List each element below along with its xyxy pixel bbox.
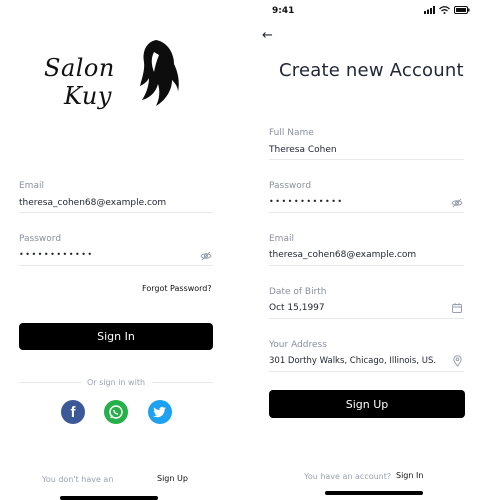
home-indicator [325, 491, 423, 495]
wifi-icon [439, 6, 450, 14]
have-account-text: You have an account? [304, 472, 392, 481]
whatsapp-button[interactable] [104, 400, 128, 424]
full-name-underline [269, 159, 464, 160]
whatsapp-icon [109, 405, 123, 419]
address-field[interactable]: 301 Dorthy Walks, Chicago, Illinois, US. [269, 356, 436, 366]
email-label: Email [269, 234, 294, 244]
email-field[interactable]: theresa_cohen68@example.com [19, 198, 166, 208]
logo-text-line2: Kuy [64, 82, 112, 110]
no-account-text: You don't have an [42, 475, 114, 484]
password-underline [269, 212, 464, 213]
status-icons [424, 6, 470, 14]
full-name-field[interactable]: Theresa Cohen [269, 145, 337, 155]
home-indicator [60, 496, 158, 500]
password-field[interactable]: •••••••••••• [269, 197, 344, 206]
divider-right [152, 382, 213, 383]
dob-field[interactable]: Oct 15,1997 [269, 303, 325, 313]
sign-in-button[interactable]: Sign In [19, 323, 213, 350]
location-pin-icon[interactable] [453, 355, 462, 367]
facebook-button[interactable]: f [61, 400, 85, 424]
calendar-icon[interactable] [452, 303, 462, 313]
email-underline [269, 265, 464, 266]
sign-in-link[interactable]: Sign In [396, 471, 423, 480]
sign-up-link[interactable]: Sign Up [157, 474, 188, 483]
divider-left [19, 382, 81, 383]
signal-icon [424, 6, 435, 14]
back-arrow-icon[interactable]: ← [262, 28, 273, 43]
password-label: Password [19, 234, 62, 244]
page-title: Create new Account [279, 60, 464, 81]
logo-text-line1: Salon [44, 54, 115, 82]
battery-icon [454, 6, 470, 14]
dob-label: Date of Birth [269, 287, 327, 297]
full-name-label: Full Name [269, 128, 314, 138]
address-underline [269, 371, 464, 372]
hair-silhouette-icon [140, 40, 179, 106]
password-label: Password [269, 181, 312, 191]
signup-screen: 9:41 ← Create new Account Full Name Ther… [250, 0, 500, 500]
address-label: Your Address [269, 340, 327, 350]
salon-kuy-logo: Salon Kuy [40, 38, 190, 110]
status-time: 9:41 [272, 6, 295, 16]
facebook-icon: f [70, 403, 76, 421]
twitter-button[interactable] [148, 400, 172, 424]
login-screen: Salon Kuy Email theresa_cohen68@example.… [0, 0, 232, 500]
twitter-icon [153, 406, 166, 418]
password-field[interactable]: •••••••••••• [19, 250, 94, 259]
forgot-password-link[interactable]: Forgot Password? [142, 284, 212, 293]
dob-underline [269, 318, 464, 319]
sign-up-button[interactable]: Sign Up [269, 390, 465, 418]
hide-password-icon[interactable] [451, 198, 463, 208]
email-underline [19, 212, 213, 213]
hide-password-icon[interactable] [200, 251, 212, 261]
or-sign-in-with-text: Or sign in with [87, 378, 146, 387]
email-label: Email [19, 181, 44, 191]
email-field[interactable]: theresa_cohen68@example.com [269, 250, 416, 260]
password-underline [19, 265, 213, 266]
